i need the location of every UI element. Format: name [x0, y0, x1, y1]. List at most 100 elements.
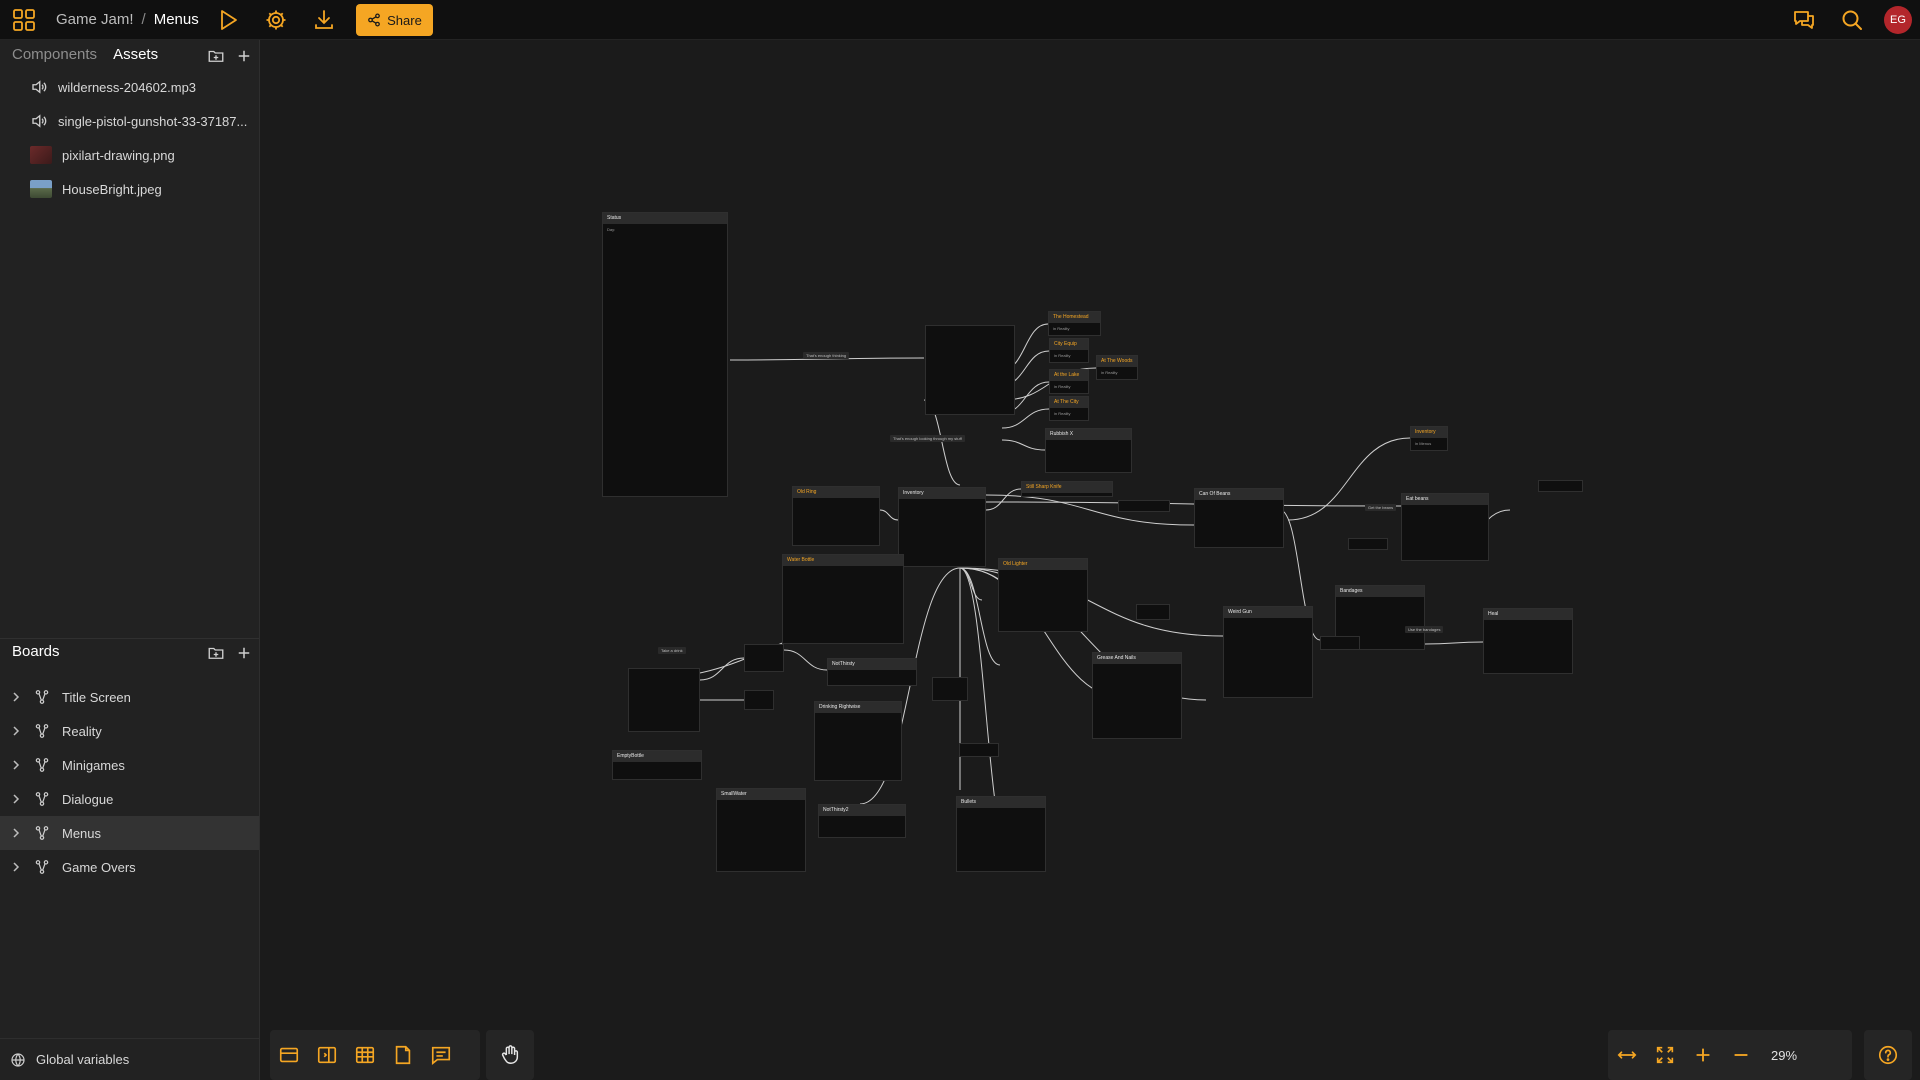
condition-block[interactable] [1136, 604, 1170, 620]
card-node[interactable]: Status Day: [602, 212, 728, 497]
tab-components[interactable]: Components [12, 46, 97, 63]
card-node[interactable]: The Homestead in Reality [1048, 311, 1101, 336]
hand-icon[interactable] [491, 1038, 529, 1072]
board-item[interactable]: Reality [0, 714, 259, 748]
card-node-title: Still Sharp Knife [1022, 482, 1112, 493]
wire-label[interactable]: That's enough looking through my stuff [890, 435, 965, 442]
board-item[interactable]: Menus [0, 816, 259, 850]
chevron-right-icon[interactable] [10, 725, 22, 737]
connection-wire[interactable] [1424, 641, 1484, 645]
chevron-right-icon[interactable] [10, 759, 22, 771]
card-node[interactable]: At The Woods in Reality [1096, 355, 1138, 380]
image-thumbnail [30, 146, 52, 164]
asset-item[interactable]: wilderness-204602.mp3 [0, 70, 259, 104]
download-icon[interactable] [312, 8, 336, 32]
gear-icon[interactable] [264, 8, 288, 32]
card-node[interactable]: Weird Gun [1223, 606, 1313, 698]
condition-block[interactable] [1538, 480, 1583, 492]
zoom-out-icon[interactable] [1722, 1038, 1760, 1072]
card-node-title: NotThirsty2 [819, 805, 905, 816]
fit-width-icon[interactable] [1608, 1038, 1646, 1072]
asset-item[interactable]: pixilart-drawing.png [0, 138, 259, 172]
card-node-text [1402, 505, 1488, 511]
condition-block[interactable] [932, 677, 968, 701]
board-canvas[interactable]: Status Day: The Homestead in Reality City Eq… [260, 40, 1920, 1080]
sidebar-tabs: Components Assets [12, 46, 174, 63]
card-node[interactable]: Bullets [956, 796, 1046, 872]
card-node[interactable]: Heal [1483, 608, 1573, 674]
asset-item[interactable]: HouseBright.jpeg [0, 172, 259, 206]
card-node[interactable]: At the Lake in Reality [1049, 369, 1089, 394]
asset-name: pixilart-drawing.png [62, 147, 175, 163]
chevron-right-icon[interactable] [10, 793, 22, 805]
zoom-in-icon[interactable] [1684, 1038, 1722, 1072]
add-asset-icon[interactable] [235, 47, 253, 65]
condition-block[interactable] [1320, 636, 1360, 650]
asset-item[interactable]: single-pistol-gunshot-33-37187... [0, 104, 259, 138]
card-node[interactable]: EmptyBottle [612, 750, 702, 780]
search-icon[interactable] [1840, 8, 1864, 32]
card-node-text [1336, 597, 1424, 603]
avatar[interactable]: EG [1884, 6, 1912, 34]
card-node[interactable]: Water Bottle [782, 554, 904, 644]
chevron-right-icon[interactable] [10, 691, 22, 703]
wire-label[interactable]: Take a drink [658, 647, 686, 654]
connection-wire[interactable] [959, 567, 983, 601]
condition-block[interactable] [1348, 538, 1388, 550]
card-node[interactable]: Old Ring [792, 486, 880, 546]
card-node-title: SmallWater [717, 789, 805, 800]
card-icon[interactable] [270, 1038, 308, 1072]
condition-block[interactable] [628, 668, 700, 732]
breadcrumb-project[interactable]: Game Jam! [56, 11, 134, 28]
chevron-right-icon[interactable] [10, 827, 22, 839]
card-node[interactable]: Can Of Beans [1194, 488, 1284, 548]
card-node[interactable]: Eat beans [1401, 493, 1489, 561]
condition-block[interactable] [744, 690, 774, 710]
share-button[interactable]: Share [356, 4, 433, 36]
help-icon[interactable] [1869, 1038, 1907, 1072]
card-node[interactable]: SmallWater [716, 788, 806, 872]
card-node[interactable]: Rubbish X [1045, 428, 1132, 473]
sidebar: Components Assets wilderness-204602.mp3 s… [0, 40, 260, 1080]
connection-wire[interactable] [783, 649, 828, 671]
card-node[interactable]: At The City in Reality [1049, 396, 1089, 421]
global-variables-button[interactable]: Global variables [0, 1038, 259, 1080]
condition-block[interactable] [959, 743, 999, 757]
page-icon[interactable] [384, 1038, 422, 1072]
chevron-right-icon[interactable] [10, 861, 22, 873]
card-node[interactable]: Drinking Rightwise [814, 701, 902, 781]
table-icon[interactable] [346, 1038, 384, 1072]
card-node[interactable]: Inventory [898, 487, 986, 567]
zoom-level[interactable]: 29% [1760, 1048, 1808, 1063]
card-node[interactable]: Grease And Nails [1092, 652, 1182, 739]
card-node[interactable]: Old Lighter [998, 558, 1088, 632]
card-node[interactable]: Still Sharp Knife [1021, 481, 1113, 497]
add-board-icon[interactable] [235, 644, 253, 662]
comment-icon[interactable] [422, 1038, 460, 1072]
board-item[interactable]: Title Screen [0, 680, 259, 714]
fullscreen-icon[interactable] [1646, 1038, 1684, 1072]
connection-wire[interactable] [1001, 439, 1046, 451]
tab-assets[interactable]: Assets [113, 46, 158, 63]
card-node[interactable]: City Equip in Reality [1049, 338, 1089, 363]
condition-block[interactable] [744, 644, 784, 672]
grid-icon[interactable] [12, 8, 36, 32]
board-item[interactable]: Dialogue [0, 782, 259, 816]
comments-icon[interactable] [1792, 8, 1816, 32]
card-node[interactable]: Inventory in Menus [1410, 426, 1448, 451]
board-item[interactable]: Game Overs [0, 850, 259, 884]
condition-block[interactable] [925, 325, 1015, 415]
wire-label[interactable]: Use the bandages [1405, 626, 1444, 633]
wire-label[interactable]: Get the beans [1365, 504, 1397, 511]
new-board-folder-icon[interactable] [207, 644, 225, 662]
play-icon[interactable] [216, 8, 240, 32]
card-node[interactable]: NotThirsty2 [818, 804, 906, 838]
connection-wire[interactable] [985, 488, 1022, 511]
connection-wire[interactable] [879, 509, 899, 521]
sidebar-panel-icon[interactable] [308, 1038, 346, 1072]
card-node[interactable]: NotThirsty [827, 658, 917, 686]
board-item[interactable]: Minigames [0, 748, 259, 782]
wire-label[interactable]: That's enough thinking [803, 352, 850, 359]
condition-block[interactable] [1118, 500, 1170, 512]
new-folder-icon[interactable] [207, 47, 225, 65]
